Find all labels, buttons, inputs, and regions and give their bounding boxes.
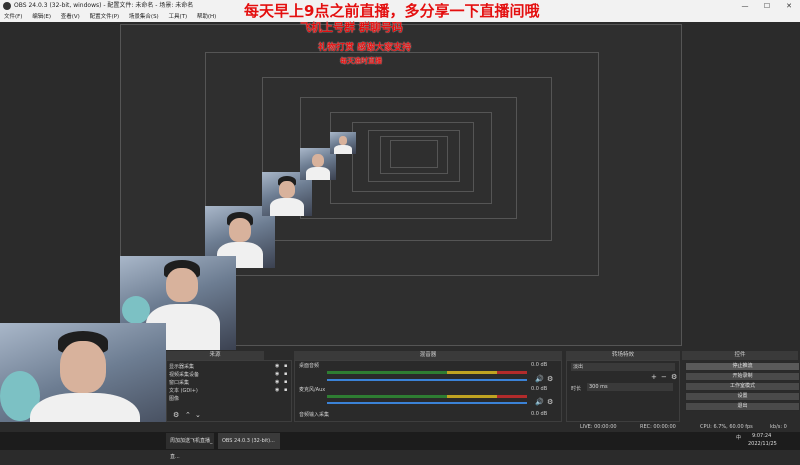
overlay-text-line2: 飞机上号群 群聊号码 — [300, 21, 403, 34]
transitions-dock: 淡出 + − ⚙ 时长 300 ms — [566, 360, 680, 422]
visibility-eye-icon[interactable]: ◉ — [275, 364, 281, 369]
gear-icon[interactable]: ⚙ — [671, 373, 677, 381]
gear-icon[interactable]: ⚙ — [547, 375, 553, 383]
mixer-dock: 桌面音频 0.0 dB 🔊 ⚙ 麦克风/Aux 0.0 dB 🔊 ⚙ 音频输入采… — [294, 360, 562, 422]
taskbar-item[interactable]: 周加加送飞机直播_直... — [166, 433, 214, 460]
minimize-button[interactable]: — — [734, 0, 756, 12]
source-item[interactable]: 文本 (GDI+) — [169, 387, 289, 395]
duration-input[interactable]: 300 ms — [587, 383, 673, 391]
visibility-eye-icon[interactable]: ◉ — [275, 388, 281, 393]
cpu-usage: CPU: 6.7%, 60.00 fps — [700, 424, 753, 430]
volume-fader[interactable] — [327, 379, 527, 381]
mixer-channel-db: 0.0 dB — [531, 362, 548, 368]
volume-fader[interactable] — [327, 402, 527, 404]
source-item[interactable]: 窗口采集 — [169, 379, 289, 387]
menu-tools[interactable]: 工具(T) — [168, 14, 187, 20]
language-indicator[interactable]: 中 — [736, 434, 741, 452]
studio-mode-button[interactable]: 工作室模式 — [685, 382, 800, 391]
move-down-icon[interactable]: ⌄ — [195, 411, 201, 419]
add-icon[interactable]: + — [651, 373, 657, 381]
webcam-thumbnail — [330, 132, 356, 154]
overlay-text-line4: 每天准时直播 — [340, 57, 382, 65]
transitions-dock-header: 转场特效 — [566, 351, 680, 360]
mixer-dock-header: 混音器 — [294, 351, 562, 360]
live-timer: LIVE: 00:00:00 — [580, 424, 617, 430]
obs-logo-icon — [3, 2, 11, 10]
move-up-icon[interactable]: ⌃ — [185, 411, 191, 419]
close-button[interactable]: ✕ — [778, 0, 800, 12]
nested-capture-9 — [390, 140, 438, 168]
mixer-channel-db: 0.0 dB — [531, 411, 548, 417]
gear-icon[interactable]: ⚙ — [173, 411, 179, 419]
menu-profile[interactable]: 配置文件(P) — [90, 14, 120, 20]
menu-view[interactable]: 查看(V) — [61, 14, 80, 20]
source-item[interactable]: 图像 — [169, 395, 289, 403]
maximize-button[interactable]: ☐ — [756, 0, 778, 12]
preview-canvas[interactable]: 每天早上9点之前直播，多分享一下直播间哦 飞机上号群 群聊号码 礼物打赏 感谢大… — [0, 2, 800, 350]
sources-dock: 显示器采集 视频采集设备 窗口采集 文本 (GDI+) 图像 ◉ ◉ ◉ ◉ ▪… — [166, 360, 292, 422]
speaker-icon[interactable]: 🔊 — [535, 398, 544, 406]
clock-date: 2022/11/25 — [748, 441, 777, 447]
source-item[interactable]: 显示器采集 — [169, 363, 289, 371]
overlay-text-line3: 礼物打赏 感谢大家支持 — [318, 43, 412, 53]
mixer-channel-name: 麦克风/Aux — [299, 387, 326, 393]
settings-button[interactable]: 设置 — [685, 392, 800, 401]
menu-scene-collection[interactable]: 场景集合(S) — [129, 14, 159, 20]
visibility-eye-icon[interactable]: ◉ — [275, 380, 281, 385]
taskbar: 周加加送飞机直播_直... OBS 24.0.3 (32-bit)... 中 9… — [0, 432, 800, 460]
start-recording-button[interactable]: 开始录制 — [685, 372, 800, 381]
window-title: OBS 24.0.3 (32-bit, windows) - 配置文件: 未命名… — [14, 2, 194, 9]
overlay-text-line1: 每天早上9点之前直播，多分享一下直播间哦 — [244, 2, 540, 20]
visibility-eye-icon[interactable]: ◉ — [275, 372, 281, 377]
rec-timer: REC: 00:00:00 — [640, 424, 676, 430]
menu-edit[interactable]: 编辑(E) — [32, 14, 51, 20]
mixer-channel-name: 桌面音频 — [299, 363, 320, 369]
sources-dock-header: 来源 — [166, 351, 264, 360]
menu-help[interactable]: 帮助(H) — [197, 14, 216, 20]
lock-icon[interactable]: ▪ — [284, 372, 290, 377]
stop-streaming-button[interactable]: 停止推流 — [685, 362, 800, 371]
lock-icon[interactable]: ▪ — [284, 388, 290, 393]
exit-button[interactable]: 退出 — [685, 402, 800, 411]
audio-meter — [327, 371, 527, 374]
audio-meter — [327, 395, 527, 398]
speaker-icon[interactable]: 🔊 — [535, 375, 544, 383]
mixer-channel-name: 音频输入采集 — [299, 412, 330, 418]
mixer-channel-db: 0.0 dB — [531, 386, 548, 392]
duration-label: 时长 — [571, 386, 582, 392]
taskbar-item-obs[interactable]: OBS 24.0.3 (32-bit)... — [218, 433, 280, 449]
transition-select[interactable]: 淡出 — [571, 363, 675, 371]
lock-icon[interactable]: ▪ — [284, 364, 290, 369]
menu-file[interactable]: 文件(F) — [4, 14, 22, 20]
source-item[interactable]: 视频采集设备 — [169, 371, 289, 379]
gear-icon[interactable]: ⚙ — [547, 398, 553, 406]
controls-dock-header: 控件 — [682, 351, 798, 360]
remove-icon[interactable]: − — [661, 373, 667, 381]
lock-icon[interactable]: ▪ — [284, 380, 290, 385]
status-bar: LIVE: 00:00:00 REC: 00:00:00 CPU: 6.7%, … — [0, 422, 800, 432]
bitrate: kb/s: 0 — [770, 424, 787, 430]
